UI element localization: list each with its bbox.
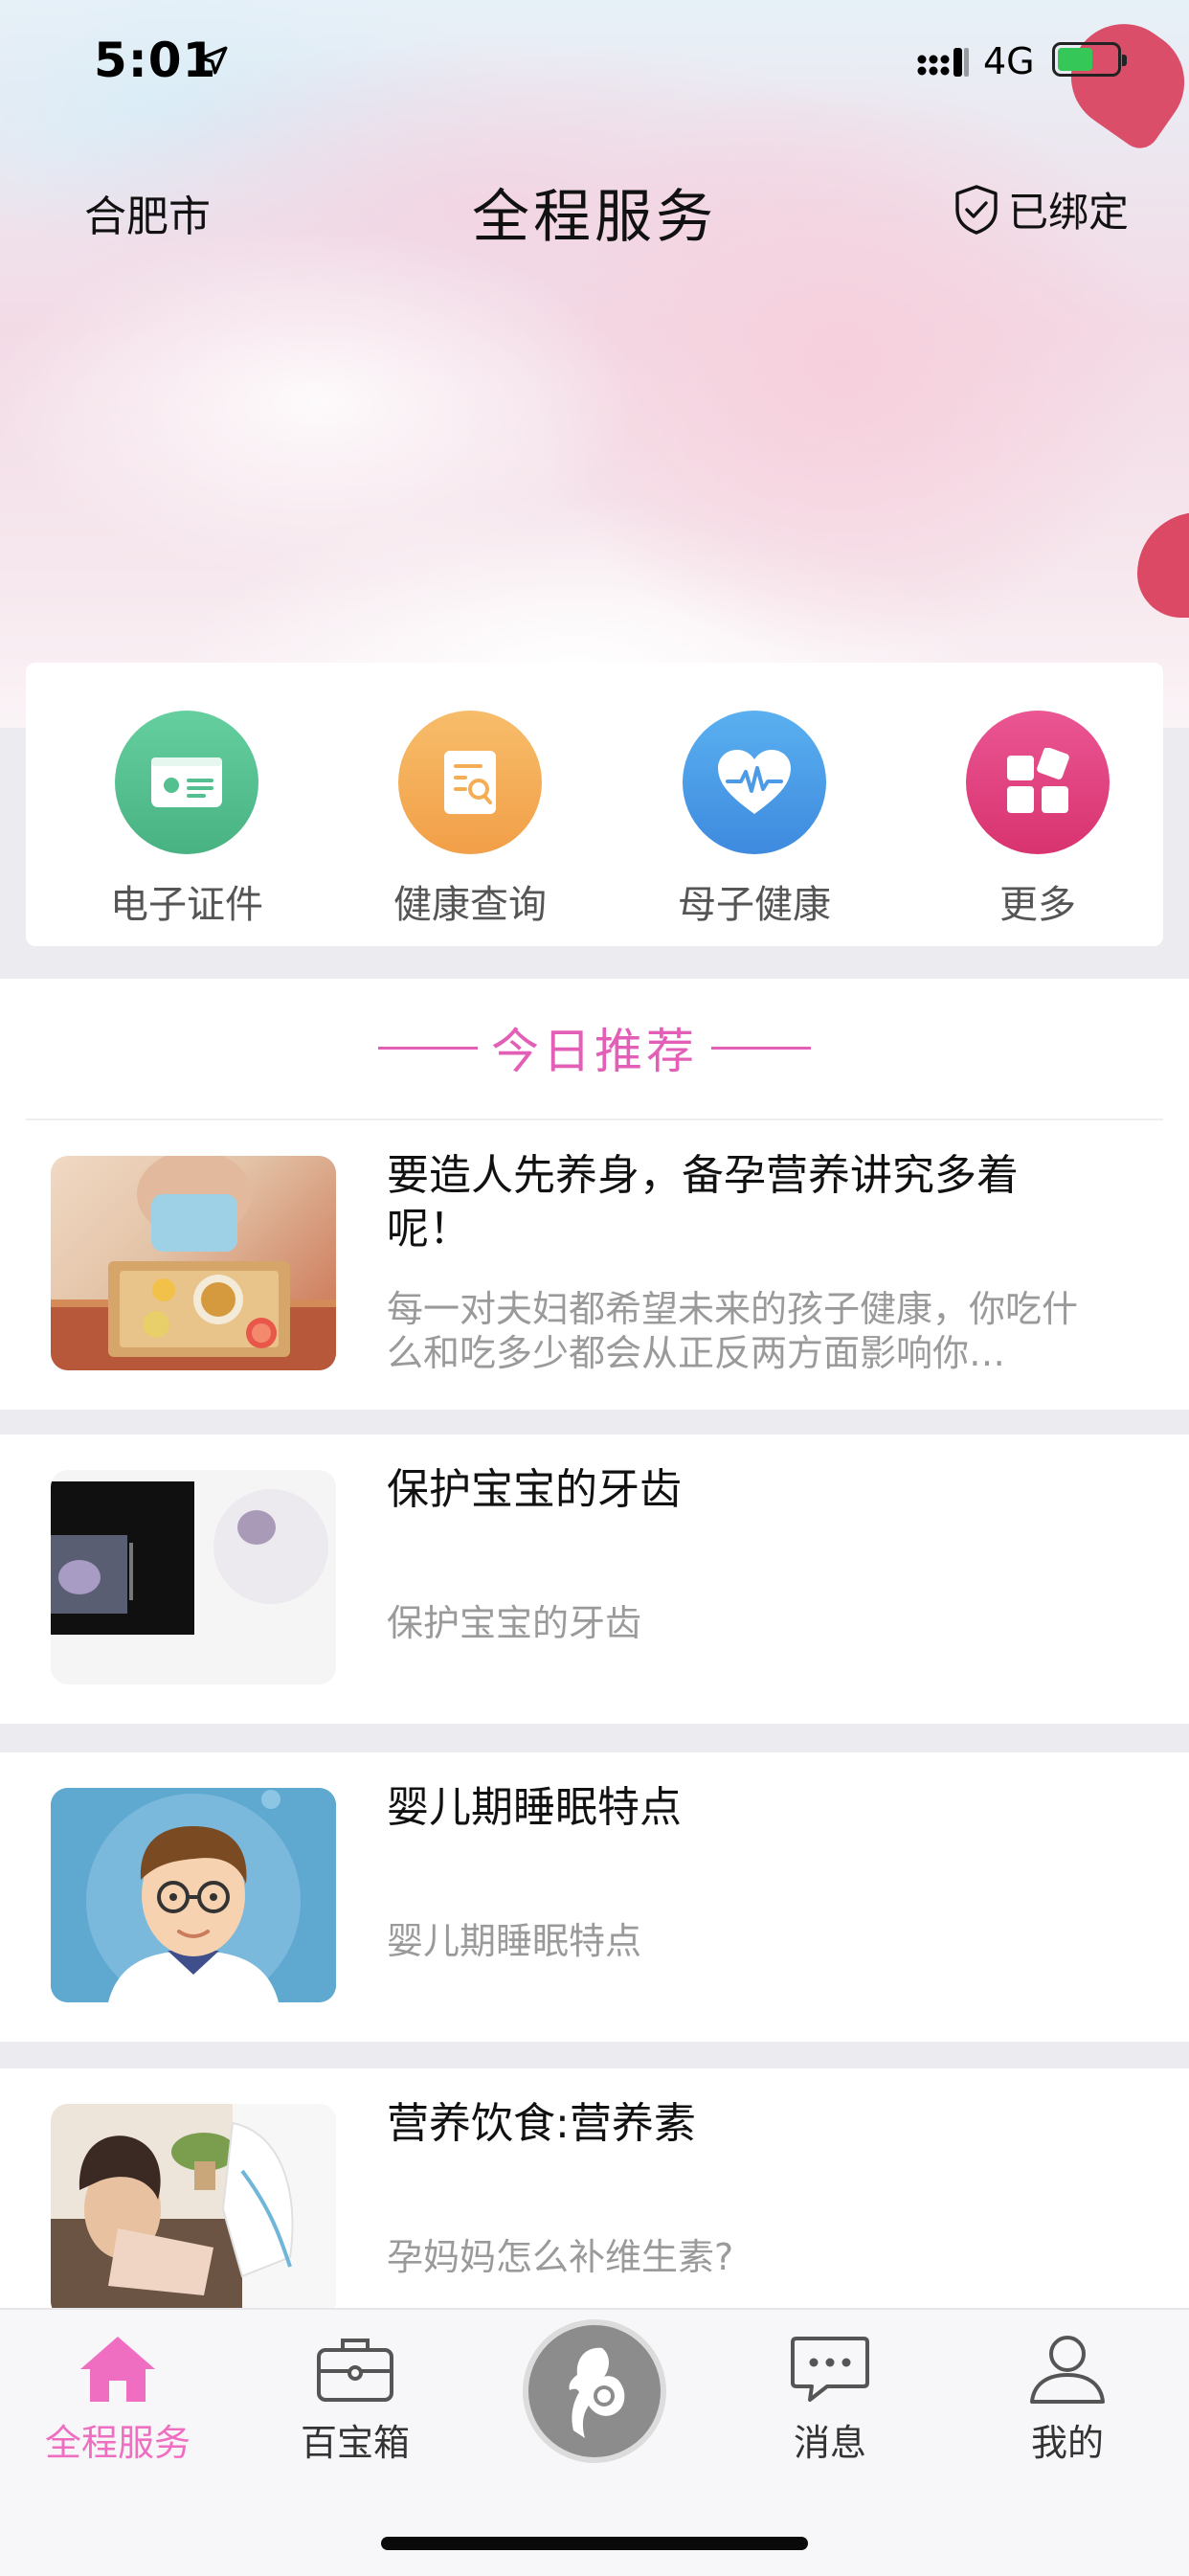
article-title: 要造人先养身，备孕营养讲究多着呢！	[387, 1151, 1019, 1254]
article-thumbnail	[51, 1788, 336, 2002]
tab-label: 百宝箱	[300, 2422, 410, 2464]
article-summary: 婴儿期睡眠特点	[387, 1920, 642, 1962]
article-item[interactable]: 要造人先养身，备孕营养讲究多着呢！ 每一对夫妇都希望未来的孩子健康，你吃什么和吃…	[0, 1120, 1189, 1410]
recommend-title: 今日推荐	[491, 1024, 698, 1079]
quick-item-label: 健康查询	[393, 883, 547, 927]
article-title: 婴儿期睡眠特点	[387, 1783, 682, 1832]
bind-status-button[interactable]: 已绑定	[953, 180, 1129, 238]
quick-icon-bg	[115, 711, 258, 854]
shield-check-icon	[955, 184, 998, 235]
location-arrow-icon	[199, 46, 228, 75]
article-title: 营养饮食:营养素	[387, 2099, 696, 2148]
home-icon	[80, 2337, 155, 2402]
article-summary: 保护宝宝的牙齿	[387, 1602, 642, 1644]
id-card-icon	[151, 757, 222, 807]
mother-baby-icon	[569, 2347, 625, 2438]
section-gap	[0, 1724, 1189, 1752]
quick-item-maternal-health[interactable]: 母子健康	[649, 711, 860, 929]
toolbox-icon	[317, 2339, 393, 2402]
breakfast-tray-image	[51, 1156, 336, 1370]
quick-services-card: 电子证件 健康查询 母子健康 更多	[26, 663, 1163, 946]
section-gap	[0, 1410, 1189, 1435]
article-item[interactable]: 保护宝宝的牙齿 保护宝宝的牙齿	[0, 1435, 1189, 1724]
quick-item-health-query[interactable]: 健康查询	[365, 711, 575, 929]
tab-full-service[interactable]: 全程服务	[27, 2333, 209, 2466]
tab-messages[interactable]: 消息	[739, 2333, 921, 2466]
quick-item-more[interactable]: 更多	[932, 711, 1143, 929]
doctor-avatar-image	[51, 1788, 336, 2002]
apps-icon	[1007, 748, 1069, 813]
title-divider-right	[711, 1046, 811, 1050]
document-search-icon	[444, 751, 496, 814]
network-label: 4G	[983, 40, 1035, 82]
section-gap	[0, 2042, 1189, 2068]
signal-icon	[917, 48, 969, 77]
quick-item-label: 母子健康	[678, 883, 831, 927]
title-divider-left	[378, 1046, 478, 1050]
article-thumbnail	[51, 2104, 336, 2318]
article-thumbnail	[51, 1470, 336, 1684]
article-title: 保护宝宝的牙齿	[387, 1465, 682, 1514]
home-indicator	[381, 2537, 808, 2550]
article-item[interactable]: 婴儿期睡眠特点 婴儿期睡眠特点	[0, 1752, 1189, 2042]
quick-item-label: 更多	[999, 883, 1076, 927]
quick-item-label: 电子证件	[110, 883, 263, 927]
article-summary: 孕妈妈怎么补维生素?	[387, 2236, 734, 2278]
quick-icon-bg	[398, 711, 542, 854]
quick-item-e-certificate[interactable]: 电子证件	[81, 711, 292, 929]
tab-label: 消息	[793, 2422, 866, 2464]
hero-banner	[0, 0, 1189, 728]
message-icon	[791, 2337, 869, 2402]
video-frame-image	[51, 1470, 336, 1684]
battery-icon	[1052, 42, 1127, 77]
tab-label: 全程服务	[44, 2422, 191, 2464]
tab-label: 我的	[1030, 2422, 1104, 2464]
quick-icon-bg	[966, 711, 1110, 854]
center-mother-baby-button[interactable]	[523, 2319, 666, 2463]
article-thumbnail	[51, 1156, 336, 1370]
quick-icon-bg	[683, 711, 826, 854]
heart-pulse-icon	[718, 750, 791, 814]
bind-status-label: 已绑定	[1008, 189, 1130, 236]
user-icon	[1030, 2336, 1105, 2404]
article-summary: 每一对夫妇都希望未来的孩子健康，你吃什么和吃多少都会从正反两方面影响你…	[387, 1288, 1079, 1374]
tab-profile[interactable]: 我的	[976, 2333, 1158, 2466]
recommend-title-row: 今日推荐	[0, 1013, 1189, 1082]
tab-toolbox[interactable]: 百宝箱	[264, 2333, 446, 2466]
pregnant-woman-image	[51, 2104, 336, 2318]
